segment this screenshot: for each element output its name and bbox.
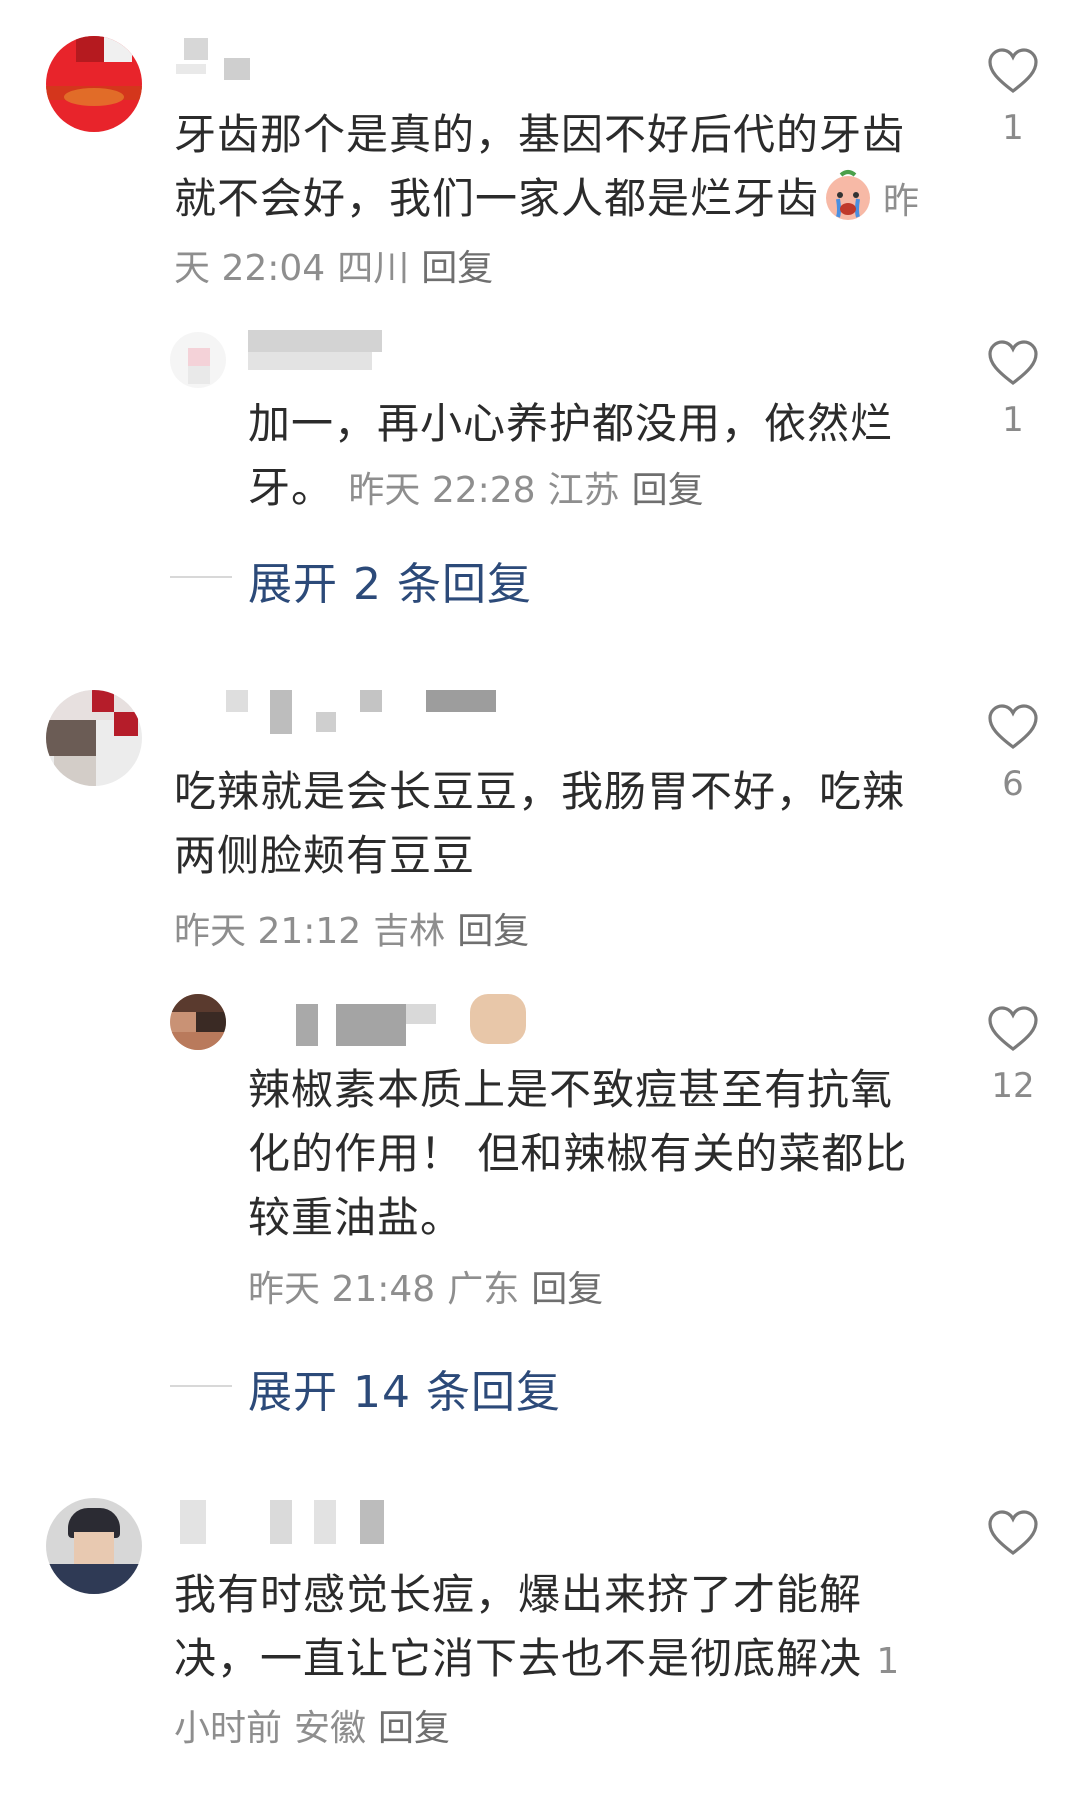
like-count: 6 xyxy=(1002,764,1024,804)
comment-text: 牙齿那个是真的，基因不好后代的牙齿就不会好，我们一家人都是烂牙齿 昨天 22:04… xyxy=(174,110,920,289)
avatar[interactable] xyxy=(170,332,226,388)
reply-button[interactable]: 回复 xyxy=(457,911,529,952)
username-blurred[interactable] xyxy=(270,994,530,1046)
reply-meta: 昨天 21:48 广东 回复 xyxy=(248,1269,604,1310)
like-button[interactable]: 1 xyxy=(968,48,1058,148)
like-button[interactable]: 1 xyxy=(968,340,1058,440)
expand-replies-link[interactable]: 展开 2 条回复 xyxy=(248,548,532,612)
heart-icon xyxy=(988,1510,1038,1556)
avatar[interactable] xyxy=(46,36,142,132)
like-button[interactable] xyxy=(968,1510,1058,1556)
divider xyxy=(170,576,232,578)
heart-icon xyxy=(988,1006,1038,1052)
like-count: 1 xyxy=(1002,400,1024,440)
expand-replies-link[interactable]: 展开 14 条回复 xyxy=(248,1356,561,1420)
avatar[interactable] xyxy=(170,994,226,1050)
username-blurred[interactable] xyxy=(176,38,256,80)
username-blurred[interactable] xyxy=(176,1500,446,1544)
comment-meta: 昨天 21:12 吉林 回复 xyxy=(174,911,530,952)
heart-icon xyxy=(988,340,1038,386)
avatar[interactable] xyxy=(46,690,142,786)
like-button[interactable]: 6 xyxy=(968,704,1058,804)
reply-text: 加一，再小心养护都没用，依然烂牙。 昨天 22:28 江苏 回复 xyxy=(248,399,894,512)
like-count: 1 xyxy=(1002,108,1024,148)
reply-meta: 昨天 22:28 江苏 回复 xyxy=(348,470,704,511)
username-blurred[interactable] xyxy=(200,690,500,734)
like-count: 12 xyxy=(991,1066,1035,1106)
comment-text: 我有时感觉长痘，爆出来挤了才能解决，一直让它消下去也不是彻底解决 1小时前 安徽回… xyxy=(174,1570,900,1749)
avatar[interactable] xyxy=(46,1498,142,1594)
reply-button[interactable]: 回复 xyxy=(632,470,704,511)
reply-button[interactable]: 回复 xyxy=(421,248,493,289)
reply-text: 辣椒素本质上是不致痘甚至有抗氧化的作用！ 但和辣椒有关的菜都比较重油盐。 xyxy=(248,1065,908,1242)
divider xyxy=(170,1385,232,1387)
reply-button[interactable]: 回复 xyxy=(378,1708,450,1749)
like-button[interactable]: 12 xyxy=(968,1006,1058,1106)
heart-icon xyxy=(988,48,1038,94)
reply-button[interactable]: 回复 xyxy=(531,1269,603,1310)
heart-icon xyxy=(988,704,1038,750)
crying-face-emoji-icon xyxy=(821,169,875,223)
comment-text: 吃辣就是会长豆豆，我肠胃不好，吃辣两侧脸颊有豆豆 xyxy=(174,767,906,880)
username-blurred[interactable] xyxy=(248,330,382,370)
